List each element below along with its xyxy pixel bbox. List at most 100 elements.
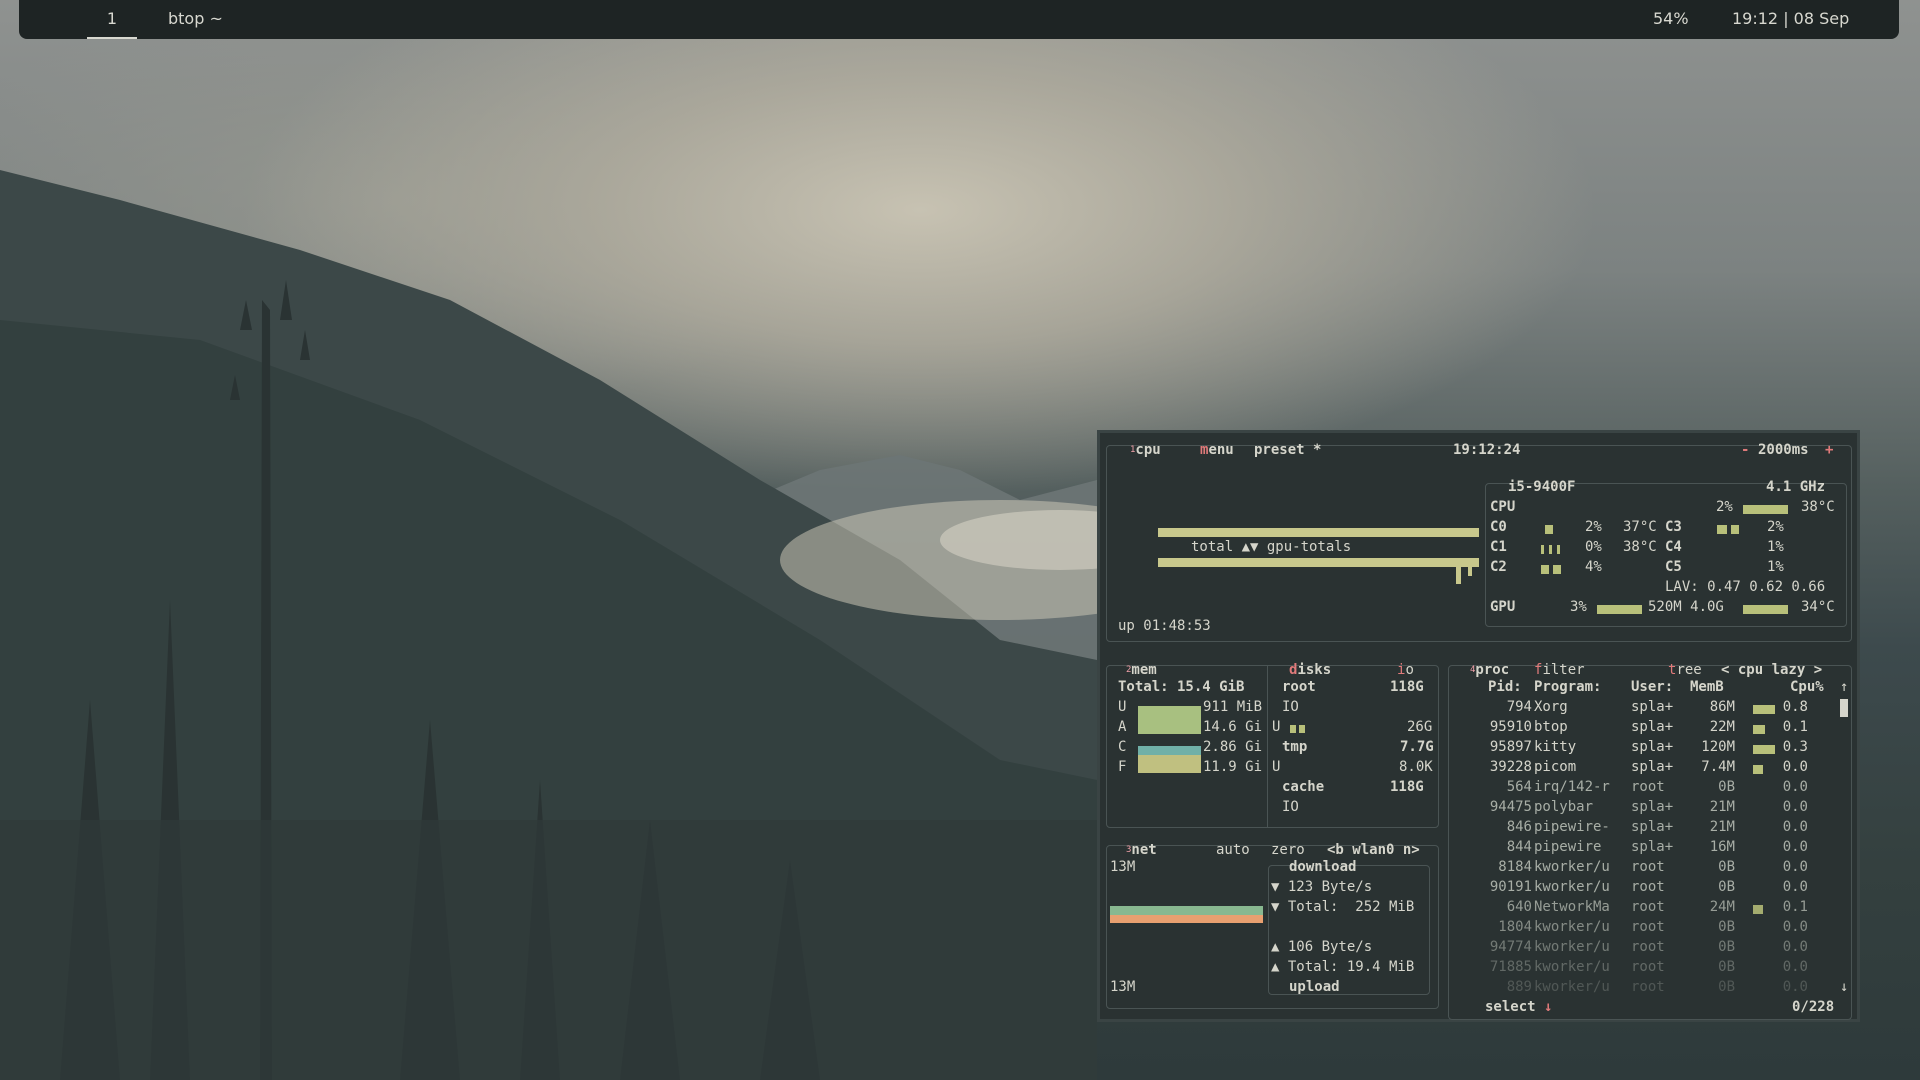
header-program[interactable]: Program: [1534, 679, 1601, 696]
process-program: Xorg [1534, 699, 1568, 715]
process-program: kitty [1534, 739, 1577, 755]
process-mem: 0B [1718, 859, 1735, 875]
net-interface-label: <b wlan0 n> [1327, 842, 1420, 858]
process-mem: 0B [1718, 919, 1735, 935]
load-average: LAV: 0.47 0.62 0.66 [1665, 579, 1826, 595]
scroll-down-arrow[interactable]: ↓ [1840, 979, 1848, 996]
process-program: kworker/u [1534, 919, 1610, 935]
interval-increase-button[interactable]: + [1825, 442, 1833, 459]
core-c2-pct: 4% [1585, 559, 1602, 575]
process-mem: 24M [1709, 899, 1735, 915]
disks-title[interactable]: disks [1289, 662, 1331, 679]
process-cpu: 0.0 [1782, 879, 1808, 895]
process-pid: 1804 [1498, 919, 1532, 935]
mem-used-value: 911 MiB [1203, 699, 1263, 715]
process-user: root [1631, 779, 1665, 795]
preset-button[interactable]: preset * [1254, 442, 1321, 459]
process-user: root [1631, 959, 1665, 975]
net-box-title[interactable]: 3net [1126, 842, 1157, 859]
process-program: polybar [1534, 799, 1594, 815]
header-mem[interactable]: MemB [1690, 679, 1724, 696]
process-cpu: 0.3 [1782, 739, 1808, 755]
process-pid: 889 [1506, 979, 1532, 995]
select-button[interactable]: select ↓ [1485, 999, 1552, 1016]
mem-box-title[interactable]: 2mem [1126, 662, 1157, 679]
disk-cache-io: IO [1282, 799, 1299, 815]
select-label: select [1485, 999, 1536, 1015]
net-interface-selector[interactable]: <b wlan0 n> [1327, 842, 1420, 859]
tree-toggle[interactable]: tree [1668, 662, 1702, 679]
process-pid: 90191 [1489, 879, 1532, 895]
process-program: NetworkMa [1534, 899, 1610, 915]
core-c2-meter [1553, 565, 1561, 574]
process-mem: 0B [1718, 979, 1735, 995]
process-pid: 844 [1506, 839, 1532, 855]
proc-box-title[interactable]: 4proc [1470, 662, 1509, 679]
process-user: spla+ [1631, 719, 1674, 735]
upload-title: upload [1289, 979, 1340, 995]
core-c5-label: C5 [1665, 559, 1682, 575]
net-zero-button[interactable]: zero [1271, 842, 1305, 859]
mem-available-value: 14.6 Gi [1203, 719, 1263, 735]
process-user: root [1631, 939, 1665, 955]
scroll-up-arrow[interactable]: ↑ [1840, 679, 1848, 696]
net-auto-toggle[interactable]: auto [1216, 842, 1250, 859]
process-pid: 8184 [1498, 859, 1532, 875]
core-c0-meter [1545, 525, 1553, 534]
mem-available-meter [1138, 719, 1201, 734]
process-cpu: 0.0 [1782, 819, 1808, 835]
interval-decrease-button[interactable]: - [1741, 442, 1749, 459]
process-cpu-meter [1760, 705, 1765, 714]
proc-scrollbar-thumb[interactable] [1840, 699, 1848, 717]
core-c2-label: C2 [1490, 559, 1507, 575]
uptime: up 01:48:53 [1118, 618, 1211, 634]
process-count: 0/228 [1792, 999, 1835, 1015]
cpu-time: 19:12:24 [1453, 442, 1521, 458]
cpu-frequency: 4.1 GHz [1766, 479, 1826, 495]
cpu-total-label: CPU [1490, 499, 1516, 515]
mem-used-meter [1138, 706, 1201, 719]
process-cpu: 0.0 [1782, 939, 1808, 955]
disk-root-name: root [1282, 679, 1316, 695]
cpu-graph-bar-top [1158, 528, 1479, 537]
disk-cache-name: cache [1282, 779, 1325, 795]
process-cpu-meter [1767, 705, 1772, 714]
disk-root-io: IO [1282, 699, 1299, 715]
filter-button[interactable]: filter [1534, 662, 1585, 679]
process-pid: 846 [1506, 819, 1532, 835]
process-pid: 640 [1506, 899, 1532, 915]
top-bar: 1 btop ~ 54% 19:12 | 08 Sep [19, 0, 1899, 39]
disk-root-meter [1299, 725, 1305, 733]
cpu-box-title[interactable]: 1cpu [1130, 442, 1161, 459]
menu-button[interactable]: menu [1200, 442, 1234, 459]
process-program: kworker/u [1534, 879, 1610, 895]
process-mem: 0B [1718, 779, 1735, 795]
cpu-model: i5-9400F [1508, 479, 1576, 495]
core-c1-meter [1541, 545, 1544, 554]
process-mem: 0B [1718, 939, 1735, 955]
process-pid: 71885 [1489, 959, 1532, 975]
process-program: pipewire [1534, 839, 1602, 855]
core-c3-meter [1717, 525, 1727, 534]
download-title: download [1289, 859, 1357, 875]
terminal-window[interactable]: 1cpu menu preset * 19:12:24 - 2000ms + t… [1097, 430, 1860, 1022]
process-cpu: 0.0 [1782, 799, 1808, 815]
disk-root-used: 26G [1407, 719, 1433, 735]
disk-root-meter [1290, 725, 1296, 733]
core-c1-meter [1557, 545, 1560, 554]
workspace-label: 1 [106, 9, 118, 28]
header-pid[interactable]: Pid: [1488, 679, 1522, 696]
workspace-1-button[interactable]: 1 [87, 0, 137, 39]
io-toggle[interactable]: io [1397, 662, 1414, 679]
sort-selector[interactable]: < cpu lazy > [1721, 662, 1822, 679]
cpu-graph-label: total ▲▼ gpu-totals [1191, 539, 1352, 555]
header-cpu[interactable]: Cpu% [1790, 679, 1824, 696]
disk-cache-size: 118G [1390, 779, 1424, 795]
mem-used-label: U [1118, 699, 1127, 715]
process-pid: 94774 [1489, 939, 1532, 955]
mem-free-value: 11.9 Gi [1203, 759, 1263, 775]
core-c5-pct: 1% [1767, 559, 1784, 575]
battery-status: 54% [1653, 9, 1689, 28]
process-user: spla+ [1631, 799, 1674, 815]
header-user[interactable]: User: [1631, 679, 1673, 696]
